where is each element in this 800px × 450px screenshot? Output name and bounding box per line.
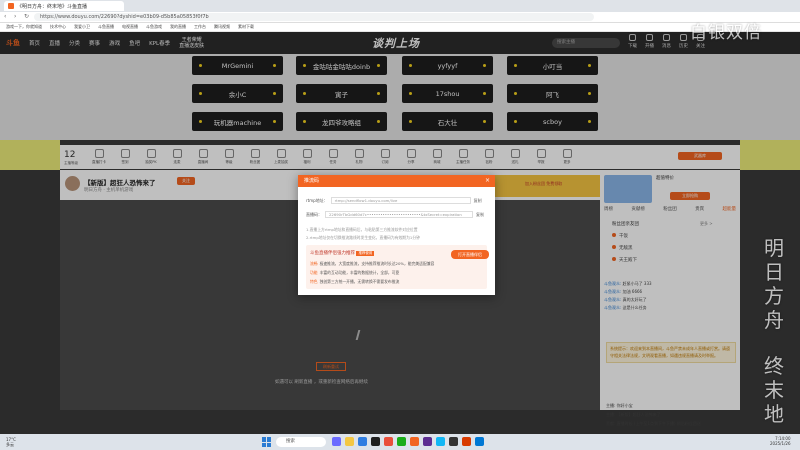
promo-feature-tag: 特色 <box>310 279 318 284</box>
promo-feature-tag: 流畅 <box>310 261 318 266</box>
dialog-title: 推流码 <box>304 178 320 184</box>
bookmark-item[interactable]: 工作台 <box>194 24 206 30</box>
app-icon[interactable] <box>475 437 484 446</box>
promo-feature-text: 丰富的互动功能，丰富的数据统计，全部，可靠 <box>319 270 400 275</box>
stream-key-field[interactable]: 22690rTbGdd60d7c••••••••••••••••••••••••… <box>325 211 473 218</box>
bookmark-item[interactable]: 我的直播 <box>170 24 186 30</box>
chrome-icon[interactable] <box>384 437 393 446</box>
dialog-note: 2.rtmp地址仅在切换推流路线时发生变化，直播码为有效期为1分钟 <box>306 235 420 240</box>
open-assistant-button[interactable]: 打开直播伴侣 <box>451 250 489 259</box>
bookmark-item[interactable]: 腾讯视频 <box>214 24 230 30</box>
taskbar-apps <box>332 437 484 446</box>
app-icon[interactable] <box>462 437 471 446</box>
bookmark-item[interactable]: 技术中心 <box>50 24 66 30</box>
app-icon[interactable] <box>423 437 432 446</box>
promo-feature: 流畅 极速推流，大宽度推流，支持推荐推流时长达20%，能完美适配兼容 <box>310 261 434 267</box>
promo-feature-tag: 功能 <box>310 270 318 275</box>
dialog-header: 推流码 × <box>298 175 495 187</box>
stream-key-row: 直播码： 22690rTbGdd60d7c•••••••••••••••••••… <box>306 211 484 218</box>
reload-icon[interactable]: ↻ <box>24 14 30 20</box>
copy-rtmp-button[interactable]: 复制 <box>474 198 482 204</box>
bookmark-item[interactable]: 素材下载 <box>238 24 254 30</box>
forward-icon[interactable]: › <box>14 14 20 20</box>
file-explorer-icon[interactable] <box>345 437 354 446</box>
promo-feature-text: 极速推流，大宽度推流，支持推荐推流时长达20%，能完美适配兼容 <box>319 261 435 266</box>
rtmp-row: rtmp地址： rtmp://sendflow1.douyu.com/live … <box>306 197 482 204</box>
address-bar-row: ‹ › ↻ https://www.douyu.com/22690?dyshid… <box>0 12 800 23</box>
promo-feature-text: 独创第三方统一开播，无需转换不需要发布推流 <box>319 279 400 284</box>
bookmark-item[interactable]: 电视直播 <box>122 24 138 30</box>
bookmarks-bar: 游戏一下，你就知道 技术中心 我爱小卫 斗鱼直播 电视直播 斗鱼游戏 我的直播 工作台 腾讯视频… <box>0 23 800 32</box>
wechat-icon[interactable] <box>397 437 406 446</box>
windows-start-icon[interactable] <box>262 437 272 447</box>
promo-tag: 推荐使用 <box>356 251 375 256</box>
obs-icon[interactable] <box>449 437 458 446</box>
bookmark-item[interactable]: 斗鱼游戏 <box>146 24 162 30</box>
edge-icon[interactable] <box>358 437 367 446</box>
url-input[interactable]: https://www.douyu.com/22690?dyshid=e03b0… <box>34 13 594 21</box>
store-icon[interactable] <box>371 437 380 446</box>
qq-icon[interactable] <box>436 437 445 446</box>
promo-feature: 功能 丰富的互动功能，丰富的数据统计，全部，可靠 <box>310 270 399 276</box>
browser-tab[interactable]: 《明日方舟：终末地》斗鱼直播 <box>4 1 124 11</box>
promo-feature: 特色 独创第三方统一开播，无需转换不需要发布推流 <box>310 279 399 285</box>
weather-widget[interactable]: 17°C 多云 <box>6 437 16 447</box>
bookmark-item[interactable]: 斗鱼直播 <box>98 24 114 30</box>
assistant-promo-title: 斗鱼直播伴侣强力推荐 推荐使用 <box>310 250 376 256</box>
task-view-icon[interactable] <box>332 437 341 446</box>
back-icon[interactable]: ‹ <box>4 14 10 20</box>
close-icon[interactable]: × <box>485 175 490 187</box>
taskbar-clock[interactable]: 7:14:00 2025/1/26 <box>770 436 791 446</box>
stream-key-label: 直播码： <box>306 211 322 217</box>
promo-head-text: 斗鱼直播伴侣强力推荐 <box>310 251 355 256</box>
rtmp-label: rtmp地址： <box>306 197 328 203</box>
clock-date: 2025/1/26 <box>770 441 791 446</box>
dialog-note: 1.直播上方rtmp地址和直播码后，与粘贴第三方推流软件对应位置 <box>306 227 418 232</box>
bookmark-item[interactable]: 我爱小卫 <box>74 24 90 30</box>
tab-title: 《明日方舟：终末地》斗鱼直播 <box>17 3 88 10</box>
browser-tab-bar: 《明日方舟：终末地》斗鱼直播 <box>0 0 800 12</box>
douyu-app-icon[interactable] <box>410 437 419 446</box>
rtmp-field[interactable]: rtmp://sendflow1.douyu.com/live <box>330 197 471 204</box>
copy-stream-key-button[interactable]: 复制 <box>476 212 484 218</box>
weather-text: 多云 <box>6 442 14 447</box>
taskbar-search[interactable]: 搜索 <box>276 437 326 447</box>
douyu-favicon-icon <box>8 3 14 9</box>
bookmark-item[interactable]: 游戏一下，你就知道 <box>6 24 42 30</box>
